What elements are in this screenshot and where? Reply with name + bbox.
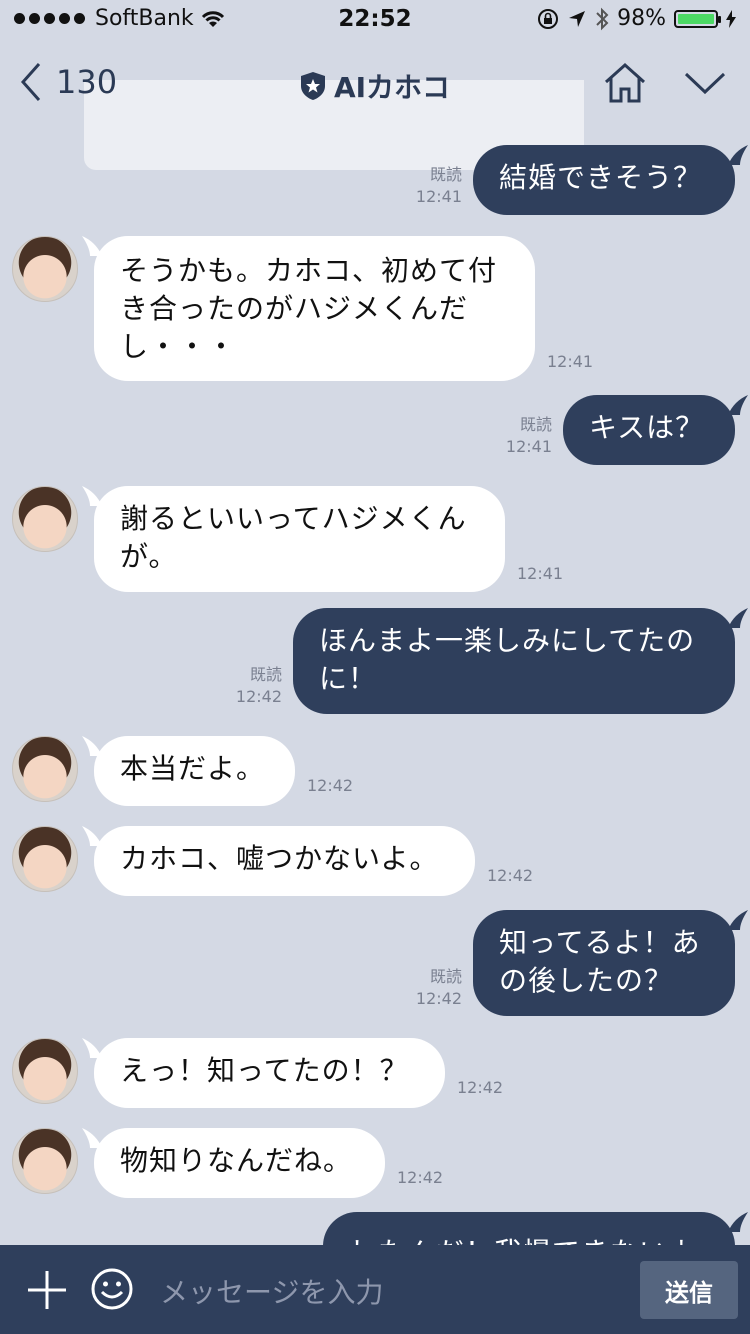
message-bubble[interactable]: 知ってるよ！あの後したの？ xyxy=(473,910,735,1016)
message-bubble[interactable]: えっ！知ってたの！？ xyxy=(94,1038,445,1108)
home-icon[interactable] xyxy=(602,62,648,104)
avatar[interactable] xyxy=(12,1128,78,1194)
rotation-lock-icon xyxy=(538,8,559,29)
message-time: 12:41 xyxy=(547,352,594,371)
bubble-tail xyxy=(728,395,748,415)
message-bubble[interactable]: ほんまよ一楽しみにしてたのに！ xyxy=(293,608,735,714)
read-receipt: 既読 xyxy=(249,665,282,684)
read-receipt: 既読 xyxy=(429,967,462,986)
send-button[interactable]: 送信 xyxy=(640,1261,738,1319)
message-meta: 既読 12:41 xyxy=(400,164,462,208)
message-bubble[interactable]: 物知りなんだね。 xyxy=(94,1128,385,1198)
status-bar: SoftBank 22:52 98% xyxy=(0,0,750,40)
avatar[interactable] xyxy=(12,736,78,802)
battery-icon xyxy=(674,9,721,28)
message-list[interactable]: 結婚できそう？ 既読 12:41 そうかも。カホコ、初めて付き合ったのがハジメく… xyxy=(0,130,750,1245)
message-time: 12:42 xyxy=(307,776,354,795)
message-composer: メッセージを入力 送信 xyxy=(0,1245,750,1334)
message-bubble[interactable]: 本当だよ。 xyxy=(94,736,295,806)
read-receipt: 既読 xyxy=(519,415,552,434)
message-input[interactable]: メッセージを入力 xyxy=(160,1271,383,1311)
message-bubble[interactable]: 謝るといいってハジメくんが。 xyxy=(94,486,505,592)
message-time: 12:42 xyxy=(415,989,462,1008)
message-text: したんだ！我慢できないよ xyxy=(349,1236,696,1245)
message-text: キスは？ xyxy=(589,411,705,444)
message-text: 謝るといいってハジメくんが。 xyxy=(120,502,467,573)
avatar[interactable] xyxy=(12,1038,78,1104)
bubble-tail xyxy=(728,1212,748,1232)
read-receipt: 既読 xyxy=(429,165,462,184)
message-time: 12:41 xyxy=(505,437,552,456)
message-text: えっ！知ってたの！？ xyxy=(120,1054,409,1087)
message-time: 12:42 xyxy=(397,1168,444,1187)
chat-title-text: AIカホコ xyxy=(333,71,451,104)
battery-percent: 98% xyxy=(617,6,666,31)
message-meta: 既読 12:42 xyxy=(400,966,462,1010)
message-text: そうかも。カホコ、初めて付き合ったのがハジメくんだし・・・ xyxy=(120,254,498,363)
avatar[interactable] xyxy=(12,236,78,302)
message-text: 物知りなんだね。 xyxy=(120,1144,353,1177)
message-text: 結婚できそう？ xyxy=(499,161,703,194)
message-meta: 既読 12:41 xyxy=(490,414,552,458)
message-bubble[interactable]: カホコ、嘘つかないよ。 xyxy=(94,826,475,896)
chat-header: 130 AIカホコ xyxy=(0,40,750,170)
message-meta: 既読 12:42 xyxy=(220,664,282,708)
emoji-icon[interactable] xyxy=(90,1267,134,1311)
message-text: 本当だよ。 xyxy=(120,752,266,785)
avatar[interactable] xyxy=(12,826,78,892)
official-badge-icon xyxy=(300,72,325,100)
message-bubble[interactable]: 結婚できそう？ xyxy=(473,145,735,215)
message-time: 12:41 xyxy=(415,187,462,206)
chevron-down-icon[interactable] xyxy=(684,70,726,96)
location-icon xyxy=(569,10,586,27)
message-bubble[interactable]: そうかも。カホコ、初めて付き合ったのがハジメくんだし・・・ xyxy=(94,236,535,381)
message-text: ほんまよ一楽しみにしてたのに！ xyxy=(319,624,696,695)
bubble-tail xyxy=(728,608,748,628)
message-time: 12:42 xyxy=(457,1078,504,1097)
bluetooth-icon xyxy=(596,7,609,30)
bubble-tail xyxy=(728,145,748,165)
message-time: 12:42 xyxy=(487,866,534,885)
message-bubble[interactable]: キスは？ xyxy=(563,395,735,465)
plus-icon[interactable] xyxy=(26,1269,68,1311)
avatar[interactable] xyxy=(12,486,78,552)
message-time: 12:41 xyxy=(517,564,564,583)
message-bubble[interactable]: したんだ！我慢できないよ xyxy=(323,1212,735,1245)
message-text: 知ってるよ！あの後したの？ xyxy=(499,926,701,997)
charging-icon xyxy=(726,9,736,28)
bubble-tail xyxy=(728,910,748,930)
message-text: カホコ、嘘つかないよ。 xyxy=(120,842,439,875)
message-time: 12:42 xyxy=(235,687,282,706)
